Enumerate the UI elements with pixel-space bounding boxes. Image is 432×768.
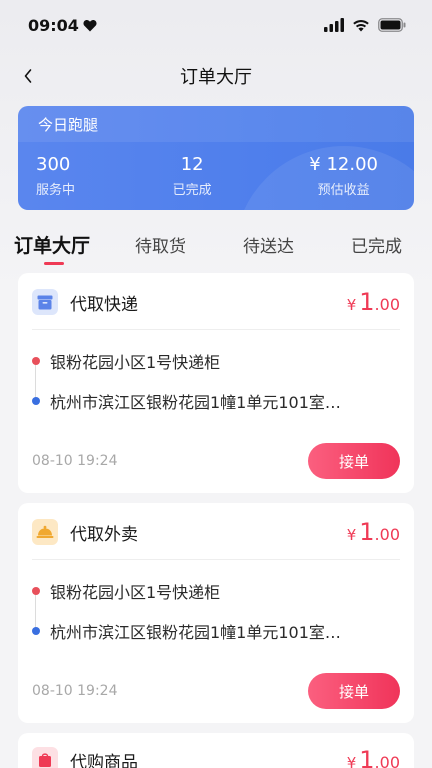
status-time-text: 09:04 <box>28 15 79 35</box>
dropoff-dot-icon <box>32 397 40 405</box>
dropoff-address-row: 杭州市滨江区银粉花园1幢1单元101室… <box>32 389 400 413</box>
signal-icon <box>324 18 344 32</box>
pickup-address: 银粉花园小区1号快递柜 <box>50 583 221 602</box>
stat-value: 12 <box>180 154 204 175</box>
page-title: 订单大厅 <box>180 67 252 88</box>
summary-stats: 300 服务中 12 已完成 ¥ 12.00 预估收益 <box>18 142 414 198</box>
dropoff-address: 杭州市滨江区银粉花园1幢1单元101室… <box>50 623 341 642</box>
status-time: 09:04 <box>28 16 97 35</box>
stat-in-service: 300 服务中 <box>36 154 75 198</box>
tab-pending-delivery[interactable]: 待送达 <box>243 232 294 257</box>
pickup-address-row: 银粉花园小区1号快递柜 <box>32 579 400 603</box>
status-bar: 09:04 <box>0 0 432 50</box>
battery-icon <box>378 18 406 32</box>
price-integer: 1 <box>359 518 375 546</box>
order-type: 代购商品 <box>70 752 138 768</box>
food-cloche-icon <box>32 519 58 545</box>
order-card[interactable]: 代购商品 ¥ 1 .00 <box>18 733 414 768</box>
chevron-left-icon <box>24 69 32 83</box>
order-type: 代取快递 <box>70 294 138 315</box>
pickup-dot-icon <box>32 357 40 365</box>
price-integer: 1 <box>359 288 375 316</box>
today-summary-card: 今日跑腿 300 服务中 12 已完成 ¥ 12.00 预估收益 <box>18 106 414 210</box>
price-currency: ¥ <box>346 754 357 768</box>
accept-order-button[interactable]: 接单 <box>308 443 400 479</box>
order-time: 08-10 19:24 <box>32 453 118 469</box>
stat-estimated-income: ¥ 12.00 预估收益 <box>309 154 378 198</box>
order-price: ¥ 1 .00 <box>347 518 400 546</box>
order-route: 银粉花园小区1号快递柜 杭州市滨江区银粉花园1幢1单元101室… <box>32 349 400 412</box>
divider <box>32 329 400 330</box>
order-card-header: 代取外卖 ¥ 1 .00 <box>32 517 400 547</box>
order-card-footer: 08-10 19:24 接单 <box>32 673 400 709</box>
dropoff-dot-icon <box>32 627 40 635</box>
price-decimal: .00 <box>374 753 400 768</box>
stat-label: 已完成 <box>172 183 212 198</box>
order-price: ¥ 1 .00 <box>347 288 400 316</box>
order-card[interactable]: 代取快递 ¥ 1 .00 银粉花园小区1号快递柜 杭州市滨江区银粉花园1幢1单元… <box>18 273 414 493</box>
order-time: 08-10 19:24 <box>32 683 118 699</box>
order-card-footer: 08-10 19:24 接单 <box>32 443 400 479</box>
package-box-icon <box>32 289 58 315</box>
order-card-header: 代取快递 ¥ 1 .00 <box>32 287 400 317</box>
order-card[interactable]: 代取外卖 ¥ 1 .00 银粉花园小区1号快递柜 杭州市滨江区银粉花园1幢1单元… <box>18 503 414 723</box>
order-price: ¥ 1 .00 <box>347 746 400 768</box>
order-type: 代取外卖 <box>70 524 138 545</box>
price-integer: 1 <box>359 746 375 768</box>
order-tabs: 订单大厅 待取货 待送达 已完成 <box>0 222 432 266</box>
stat-value: ¥ 12.00 <box>309 154 378 175</box>
stat-completed: 12 已完成 <box>173 154 212 198</box>
price-currency: ¥ <box>346 526 357 544</box>
dropoff-address-row: 杭州市滨江区银粉花园1幢1单元101室… <box>32 619 400 643</box>
pickup-address-row: 银粉花园小区1号快递柜 <box>32 349 400 373</box>
accept-order-button[interactable]: 接单 <box>308 673 400 709</box>
stat-label: 预估收益 <box>317 183 370 198</box>
divider <box>32 559 400 560</box>
shopping-bag-icon <box>32 747 58 768</box>
heart-icon <box>83 19 97 31</box>
nav-bar: 订单大厅 <box>0 52 432 100</box>
wifi-icon <box>353 20 369 32</box>
summary-title: 今日跑腿 <box>18 106 414 142</box>
stat-label: 服务中 <box>36 183 76 198</box>
tab-completed[interactable]: 已完成 <box>351 232 402 257</box>
pickup-address: 银粉花园小区1号快递柜 <box>50 353 221 372</box>
stat-value: 300 <box>36 154 71 175</box>
status-icons <box>324 18 406 32</box>
price-decimal: .00 <box>374 525 400 544</box>
pickup-dot-icon <box>32 587 40 595</box>
tab-pending-pickup[interactable]: 待取货 <box>135 232 186 257</box>
dropoff-address: 杭州市滨江区银粉花园1幢1单元101室… <box>50 393 341 412</box>
back-button[interactable] <box>12 60 44 92</box>
active-tab-indicator <box>44 262 64 265</box>
price-currency: ¥ <box>346 296 357 314</box>
tab-order-hall[interactable]: 订单大厅 <box>14 231 90 258</box>
order-route: 银粉花园小区1号快递柜 杭州市滨江区银粉花园1幢1单元101室… <box>32 579 400 642</box>
order-card-header: 代购商品 ¥ 1 .00 <box>32 745 400 768</box>
price-decimal: .00 <box>374 295 400 314</box>
